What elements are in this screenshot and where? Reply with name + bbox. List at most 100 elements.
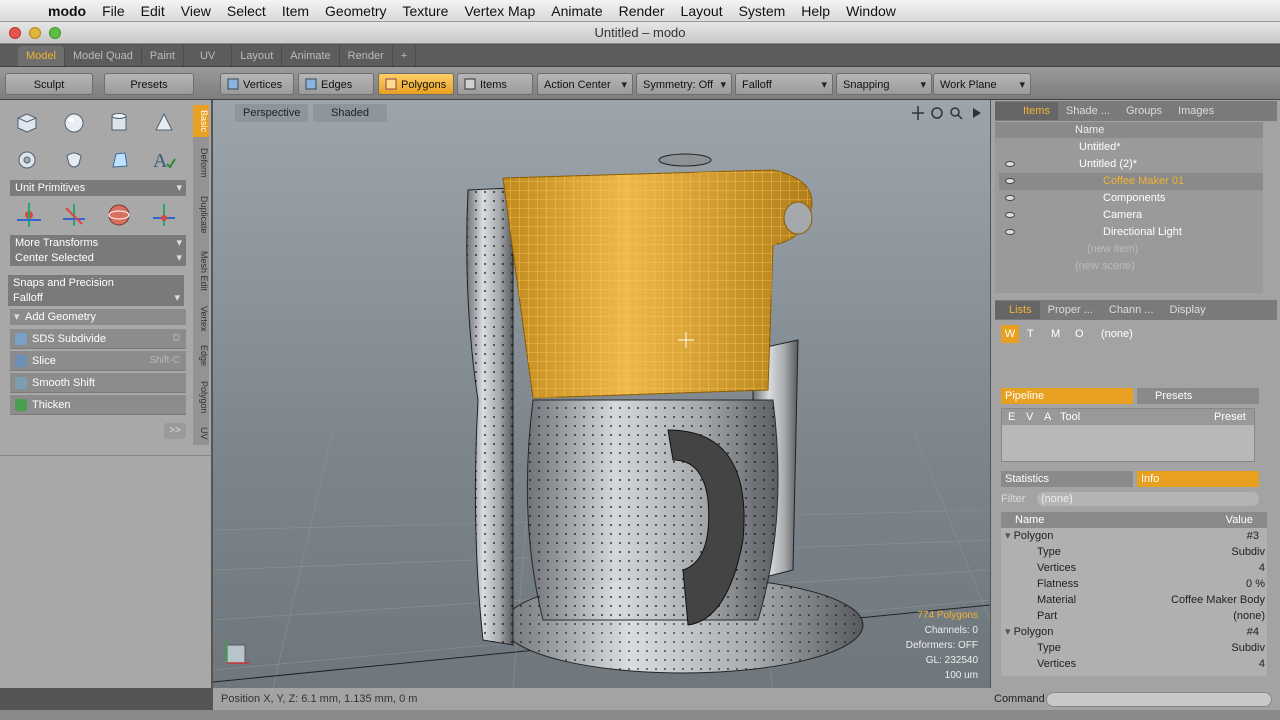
menu-edit[interactable]: Edit	[133, 3, 173, 19]
transform-tool-button[interactable]	[149, 200, 179, 230]
tab-basic[interactable]: Basic	[193, 105, 209, 137]
chevron-down-icon[interactable]: ▾	[1005, 530, 1011, 542]
snapping-dropdown[interactable]: Snapping	[836, 73, 932, 95]
torus-primitive-button[interactable]	[12, 145, 42, 175]
3d-viewport[interactable]: Perspective Shaded 774 Polygons Channels…	[213, 100, 990, 688]
w-button[interactable]: W	[1001, 325, 1019, 343]
tab-display[interactable]: Display	[1162, 301, 1214, 319]
tab-model[interactable]: Model	[18, 46, 65, 66]
item-directional-light[interactable]: Directional Light	[999, 224, 1263, 241]
menu-modo[interactable]: modo	[40, 3, 94, 19]
tab-statistics[interactable]: Statistics	[1001, 471, 1133, 487]
col-tool[interactable]: Tool	[1060, 409, 1080, 425]
unit-primitives-dropdown[interactable]: Unit Primitives ▾	[10, 180, 186, 196]
tab-polygon[interactable]: Polygon	[193, 375, 209, 419]
menu-select[interactable]: Select	[219, 3, 274, 19]
o-button[interactable]: O	[1075, 325, 1084, 343]
prop-row[interactable]: ▾ Polygon #3	[1005, 528, 1263, 544]
col-a[interactable]: A	[1044, 409, 1051, 425]
sculpt-button[interactable]: Sculpt	[5, 73, 93, 95]
prop-row[interactable]: ▾ Polygon #4	[1005, 624, 1263, 640]
prop-row[interactable]: Type Subdiv	[1011, 544, 1269, 560]
tab-pipeline[interactable]: Pipeline	[1001, 388, 1133, 404]
tab-uv[interactable]: UV	[184, 46, 233, 66]
tab-lists[interactable]: Lists	[995, 301, 1040, 319]
thicken-tool[interactable]: Thicken	[10, 395, 186, 415]
tab-images[interactable]: Images	[1170, 102, 1222, 120]
tab-vertex[interactable]: Vertex	[193, 301, 209, 337]
wtmo-dropdown[interactable]: (none)	[1101, 325, 1133, 343]
tab-mesh-edit[interactable]: Mesh Edit	[193, 245, 209, 297]
t-button[interactable]: T	[1027, 325, 1034, 343]
prop-row[interactable]: Vertices 4	[1011, 656, 1269, 672]
tab-model-quad[interactable]: Model Quad	[65, 46, 142, 66]
text-primitive-button[interactable]: A	[149, 145, 179, 175]
edges-mode-button[interactable]: Edges	[298, 73, 374, 95]
polygons-mode-button[interactable]: Polygons	[378, 73, 454, 95]
menu-window[interactable]: Window	[838, 3, 904, 19]
tab-properties[interactable]: Proper ...	[1040, 301, 1101, 319]
chevron-down-icon[interactable]: ▾	[1005, 626, 1011, 638]
tab-pipeline-presets[interactable]: Presets	[1137, 388, 1259, 404]
tab-animate[interactable]: Animate	[282, 46, 340, 66]
menu-file[interactable]: File	[94, 3, 133, 19]
eye-icon[interactable]	[1005, 195, 1015, 201]
prop-row[interactable]: Vertices 4	[1011, 560, 1269, 576]
close-window-button[interactable]	[9, 27, 21, 39]
add-tab-button[interactable]: +	[393, 46, 417, 66]
vertices-mode-button[interactable]: Vertices	[220, 73, 294, 95]
zoom-window-button[interactable]	[49, 27, 61, 39]
cube-primitive-button[interactable]	[12, 108, 42, 138]
minimize-window-button[interactable]	[29, 27, 41, 39]
item-coffee-maker[interactable]: Coffee Maker 01	[999, 173, 1263, 190]
prop-row[interactable]: Material Coffee Maker Body	[1011, 592, 1269, 608]
menu-item[interactable]: Item	[274, 3, 317, 19]
work-plane-dropdown[interactable]: Work Plane	[933, 73, 1031, 95]
menu-help[interactable]: Help	[793, 3, 838, 19]
prop-row[interactable]: Flatness 0 %	[1011, 576, 1269, 592]
col-preset[interactable]: Preset	[1214, 409, 1246, 425]
action-center-dropdown[interactable]: Action Center	[537, 73, 633, 95]
item-untitled-2[interactable]: Untitled (2)*	[999, 156, 1263, 173]
item-camera[interactable]: Camera	[999, 207, 1263, 224]
more-tools-button[interactable]: >>	[164, 423, 186, 439]
tab-edge[interactable]: Edge	[193, 341, 209, 371]
capsule-primitive-button[interactable]	[59, 145, 89, 175]
eye-icon[interactable]	[1005, 229, 1015, 235]
menu-vertex-map[interactable]: Vertex Map	[456, 3, 543, 19]
move-tool-button[interactable]	[14, 200, 44, 230]
items-mode-button[interactable]: Items	[457, 73, 533, 95]
menu-animate[interactable]: Animate	[543, 3, 610, 19]
eye-icon[interactable]	[1005, 161, 1015, 167]
menu-layout[interactable]: Layout	[673, 3, 731, 19]
new-scene-row[interactable]: (new scene)	[999, 258, 1263, 275]
col-v[interactable]: V	[1026, 409, 1033, 425]
tab-paint[interactable]: Paint	[142, 46, 184, 66]
command-input[interactable]	[1046, 692, 1272, 707]
menu-geometry[interactable]: Geometry	[317, 3, 394, 19]
tab-channels[interactable]: Chann ...	[1101, 301, 1162, 319]
tab-layout[interactable]: Layout	[232, 46, 283, 66]
col-e[interactable]: E	[1008, 409, 1015, 425]
slice-tool[interactable]: Slice Shift-C	[10, 351, 186, 371]
prop-row[interactable]: Type Subdiv	[1011, 640, 1269, 656]
item-untitled[interactable]: Untitled*	[999, 139, 1263, 156]
info-value-header[interactable]: Value	[1226, 512, 1253, 528]
prop-row[interactable]: Part (none)	[1011, 608, 1269, 624]
add-geometry-header[interactable]: ▾ Add Geometry	[10, 309, 186, 325]
tab-shade[interactable]: Shade ...	[1058, 102, 1118, 120]
symmetry-dropdown[interactable]: Symmetry: Off	[636, 73, 732, 95]
m-button[interactable]: M	[1051, 325, 1060, 343]
smooth-shift-tool[interactable]: Smooth Shift	[10, 373, 186, 393]
sphere-primitive-button[interactable]	[59, 108, 89, 138]
eye-icon[interactable]	[1005, 212, 1015, 218]
tab-deform[interactable]: Deform	[193, 143, 209, 183]
tab-items[interactable]: Items	[995, 102, 1058, 120]
filter-dropdown[interactable]: (none)	[1037, 492, 1259, 506]
presets-button[interactable]: Presets	[104, 73, 194, 95]
menu-system[interactable]: System	[731, 3, 794, 19]
rotate-tool-button[interactable]	[59, 200, 89, 230]
tab-uv-vertical[interactable]: UV	[193, 423, 209, 443]
falloff-left-dropdown[interactable]: Falloff ▾	[8, 290, 184, 306]
item-components[interactable]: Components	[999, 190, 1263, 207]
